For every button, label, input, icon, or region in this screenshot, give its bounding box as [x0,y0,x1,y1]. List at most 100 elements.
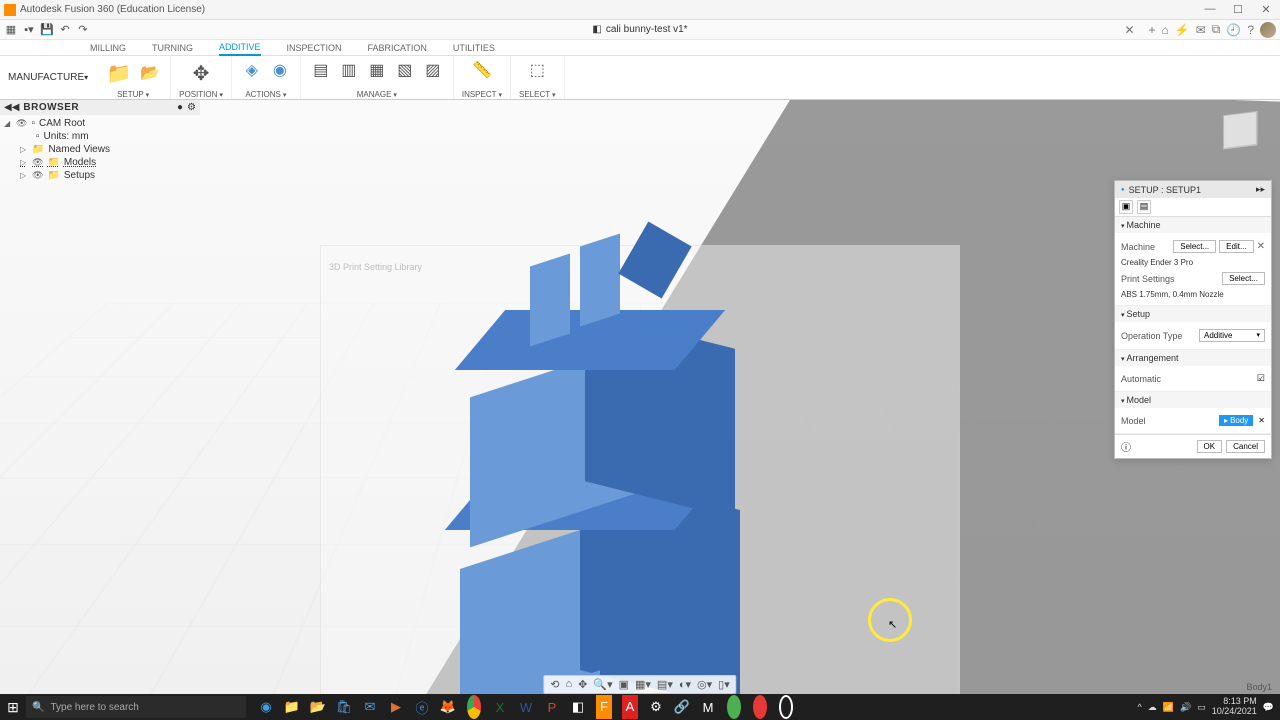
workspace-switcher[interactable]: MANUFACTURE [0,56,96,99]
tree-units[interactable]: ▫Units: mm [4,130,196,143]
tab-additive[interactable]: ADDITIVE [219,42,261,56]
section-setup-header[interactable]: Setup [1115,306,1271,322]
machine-select-button[interactable]: Select... [1173,240,1216,253]
browser-collapse-icon[interactable]: ◀◀ [4,102,19,113]
orbit-icon[interactable]: ⟲ [550,678,559,691]
taskbar-store-icon[interactable]: 🛍 [332,695,356,719]
tree-named-views[interactable]: ▷📁 Named Views [4,143,196,156]
taskbar-powerpoint-icon[interactable]: P [540,695,564,719]
user-avatar[interactable] [1260,22,1276,38]
tray-notifications-icon[interactable]: 💬 [1263,702,1274,713]
jobs-icon[interactable]: 🕘 [1226,23,1241,37]
print-settings-select-button[interactable]: Select... [1222,272,1265,285]
undo-icon[interactable]: ↶ [58,23,72,37]
app-menu-icon[interactable]: ▦ [4,23,18,37]
browser-options-icon[interactable]: ● [177,102,183,113]
taskbar-media-icon[interactable]: ▶ [384,695,408,719]
taskbar-m-icon[interactable]: M [696,695,720,719]
taskbar-mail-icon[interactable]: ✉ [358,695,382,719]
display-icon[interactable]: ▦▾ [635,678,651,691]
tab-utilities[interactable]: UTILITIES [453,43,495,55]
taskbar-excel-icon[interactable]: X [488,695,512,719]
tree-cam-root[interactable]: ◢👁▫ CAM Root [4,117,196,130]
taskbar-explorer-icon[interactable]: 📁 [280,695,304,719]
generate-icon[interactable]: ◈ [240,58,264,82]
model-body-remove-icon[interactable]: ✕ [1258,416,1265,425]
manage-icon-4[interactable]: ▧ [393,58,417,82]
section-machine-header[interactable]: Machine [1115,217,1271,233]
taskbar-app-icon[interactable]: ◧ [566,695,590,719]
browser-settings-icon[interactable]: ⚙ [187,102,196,113]
tray-wifi-icon[interactable]: 📶 [1163,702,1174,713]
select-icon[interactable]: ⬚ [525,58,549,82]
taskbar-record-icon[interactable] [779,695,793,719]
tray-volume-icon[interactable]: 🔊 [1180,702,1191,713]
taskbar-green-icon[interactable] [727,695,741,719]
document-tab[interactable]: ◧ cali bunny-test v1* [592,24,687,35]
taskbar-edge-icon[interactable]: ◉ [254,695,278,719]
manage-icon-3[interactable]: ▦ [365,58,389,82]
tray-chevron-icon[interactable]: ^ [1138,702,1142,712]
section-model-header[interactable]: Model [1115,392,1271,408]
help-icon[interactable]: ? [1247,23,1254,37]
fit-icon[interactable]: ▣ [619,678,629,691]
zoom-icon[interactable]: 🔍▾ [593,678,612,691]
new-icon[interactable]: ▪▾ [22,23,36,37]
setup-tab-process-icon[interactable]: ▤ [1137,200,1151,214]
info-icon[interactable]: ⓘ [1121,439,1131,454]
taskbar-firefox-icon[interactable]: 🦊 [436,695,460,719]
manage-icon-1[interactable]: ▤ [309,58,333,82]
tab-milling[interactable]: MILLING [90,43,126,55]
model-body[interactable] [430,300,750,694]
tray-cloud-icon[interactable]: ☁ [1148,702,1157,713]
inspect-icon[interactable]: 📏 [470,58,494,82]
taskbar-red-icon[interactable] [753,695,767,719]
manage-icon-5[interactable]: ▨ [421,58,445,82]
start-button[interactable]: ⊞ [0,699,26,716]
taskbar-word-icon[interactable]: W [514,695,538,719]
look-icon[interactable]: ⌂ [566,678,573,691]
simulate-icon[interactable]: ◉ [268,58,292,82]
taskbar-chrome-icon[interactable] [467,695,481,719]
tree-setups[interactable]: ▷👁📁 Setups [4,169,196,182]
section-arrangement-header[interactable]: Arrangement [1115,350,1271,366]
move-icon[interactable]: ✥ [186,58,216,88]
taskbar-autocad-icon[interactable]: A [622,695,638,719]
grid-icon[interactable]: ▤▾ [657,678,673,691]
quickstart-icon[interactable]: ⚡ [1175,23,1190,37]
notifications-icon[interactable]: ✉ [1196,23,1206,37]
setup-tab-general-icon[interactable]: ▣ [1119,200,1133,214]
taskbar-gear-icon[interactable]: ⚙ [644,695,668,719]
machine-edit-button[interactable]: Edit... [1219,240,1253,253]
expand-icon[interactable]: ▸▸ [1256,184,1265,195]
new-setup-icon[interactable]: 📁 [104,58,134,88]
tab-fabrication[interactable]: FABRICATION [368,43,427,55]
folder-icon[interactable]: 📂 [138,61,162,85]
taskbar-share-icon[interactable]: 🔗 [670,695,694,719]
taskbar-search[interactable]: 🔍 Type here to search [26,696,246,718]
window-close-button[interactable]: ✕ [1252,3,1280,16]
ok-button[interactable]: OK [1197,440,1223,453]
taskbar-folder-icon[interactable]: 📂 [306,695,330,719]
new-tab-button[interactable]: + [1149,23,1156,37]
viewcube[interactable] [1218,108,1262,152]
tree-models[interactable]: ▷👁📁 Models [4,156,196,169]
automatic-checkbox[interactable]: ☑ [1257,373,1265,384]
redo-icon[interactable]: ↷ [76,23,90,37]
machine-clear-icon[interactable]: ✕ [1257,241,1265,252]
window-minimize-button[interactable]: — [1196,3,1224,16]
tray-lang-icon[interactable]: ▭ [1197,702,1206,713]
tab-close-button[interactable]: ✕ [1124,23,1134,37]
pan-icon[interactable]: ✥ [578,678,587,691]
effects-icon[interactable]: ◐▾ [679,678,691,691]
operation-type-select[interactable]: Additive [1199,329,1265,342]
home-icon[interactable]: ⌂ [1162,23,1169,37]
extensions-icon[interactable]: ⧉ [1212,22,1221,37]
cancel-button[interactable]: Cancel [1226,440,1265,453]
save-icon[interactable]: 💾 [40,23,54,37]
taskbar-fusion-icon[interactable]: F [596,695,612,719]
manage-icon-2[interactable]: ▥ [337,58,361,82]
object-vis-icon[interactable]: ◎▾ [697,678,712,691]
model-body-chip[interactable]: ▸ Body [1219,415,1253,426]
layout-icon[interactable]: ▯▾ [718,678,730,691]
